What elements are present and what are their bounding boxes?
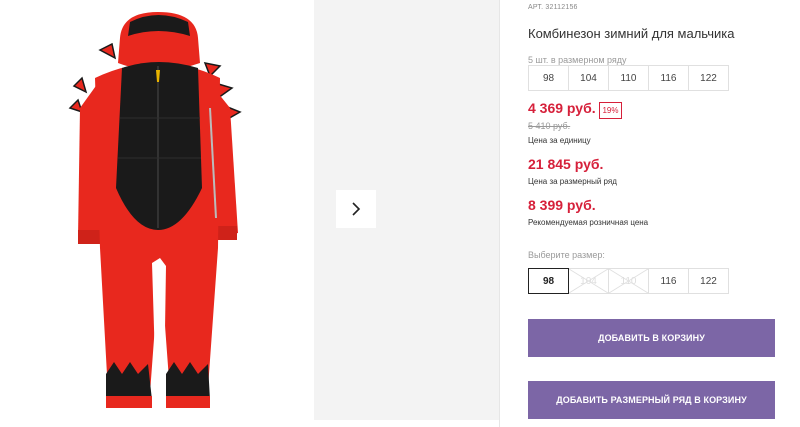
next-image-button[interactable] xyxy=(336,190,376,228)
size-row-count: 5 шт. в размерном ряду xyxy=(528,55,627,65)
size-row-list: 98 104 110 116 122 xyxy=(528,65,729,91)
product-title: Комбинезон зимний для мальчика xyxy=(528,26,735,41)
product-gallery xyxy=(0,0,500,427)
size-option-98[interactable]: 98 xyxy=(528,268,569,294)
size-option-104: 104 xyxy=(568,268,609,294)
rrp-price-caption: Рекомендуемая розничная цена xyxy=(528,218,649,227)
add-size-row-to-cart-button[interactable]: ДОБАВИТЬ РАЗМЕРНЫЙ РЯД В КОРЗИНУ xyxy=(528,381,775,419)
chevron-right-icon xyxy=(352,202,361,216)
size-row-item: 116 xyxy=(648,65,689,91)
unit-price-caption: Цена за единицу xyxy=(528,136,591,145)
column-divider xyxy=(499,0,500,427)
size-row-item: 110 xyxy=(608,65,649,91)
size-option-110: 110 xyxy=(608,268,649,294)
size-option-122[interactable]: 122 xyxy=(688,268,729,294)
size-row-item: 122 xyxy=(688,65,729,91)
old-price: 5 410 руб. xyxy=(528,121,571,131)
size-row-item: 104 xyxy=(568,65,609,91)
unavailable-cross-icon xyxy=(609,269,648,293)
size-row-item: 98 xyxy=(528,65,569,91)
product-photo[interactable] xyxy=(60,8,260,410)
discount-badge: 19% xyxy=(599,102,622,119)
size-option-116[interactable]: 116 xyxy=(648,268,689,294)
unit-price: 4 369 руб. xyxy=(528,100,596,116)
rrp-price: 8 399 руб. xyxy=(528,197,596,213)
product-page: АРТ. 32112156 Комбинезон зимний для маль… xyxy=(0,0,800,427)
size-selector: 98 104 110 116 122 xyxy=(528,268,729,294)
row-price: 21 845 руб. xyxy=(528,156,604,172)
add-to-cart-button[interactable]: ДОБАВИТЬ В КОРЗИНУ xyxy=(528,319,775,357)
row-price-caption: Цена за размерный ряд xyxy=(528,177,617,186)
unavailable-cross-icon xyxy=(569,269,608,293)
size-select-label: Выберите размер: xyxy=(528,250,605,260)
article-number: АРТ. 32112156 xyxy=(528,4,578,11)
